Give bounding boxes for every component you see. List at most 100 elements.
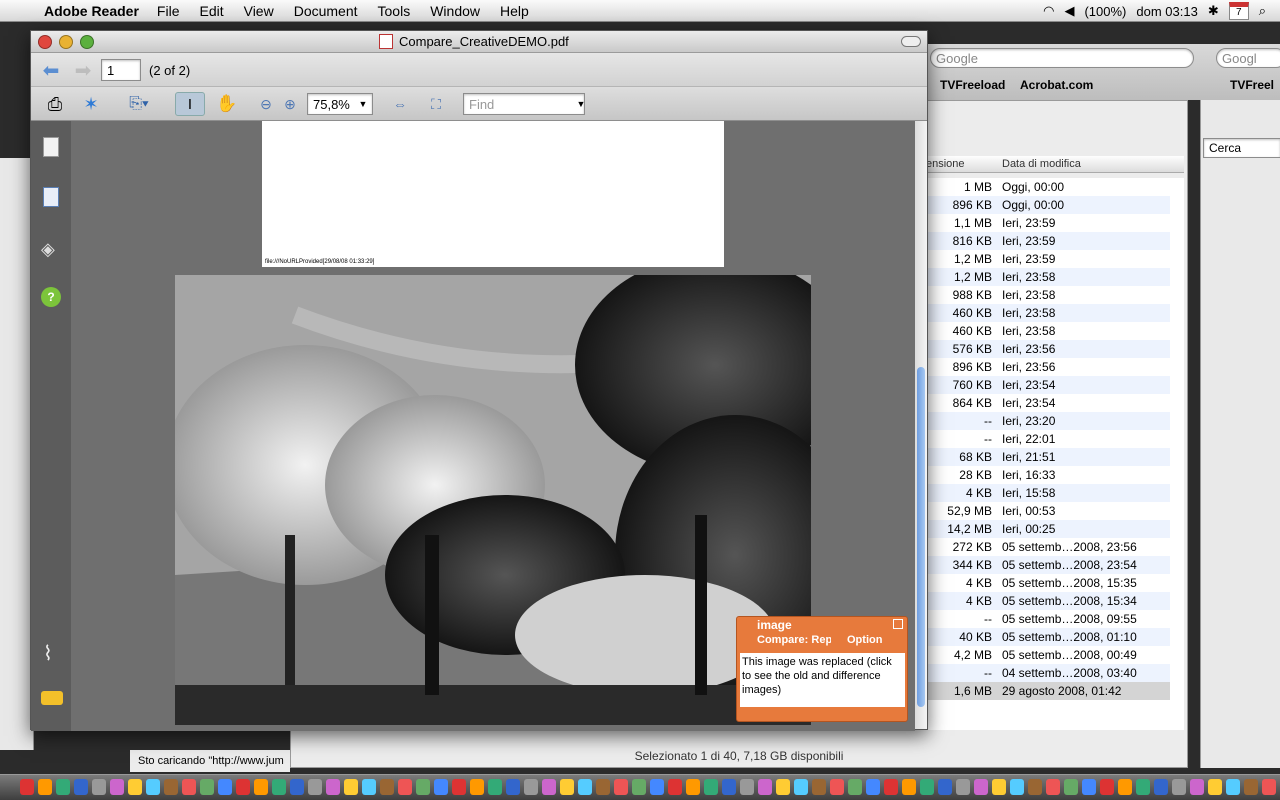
- page-number-input[interactable]: 1: [101, 59, 141, 81]
- menu-tools[interactable]: Tools: [378, 3, 411, 19]
- dock-app-icon[interactable]: [1172, 779, 1186, 795]
- dock-app-icon[interactable]: [380, 779, 394, 795]
- finder-row[interactable]: 1,1 MB Ieri, 23:59: [926, 214, 1170, 232]
- dock-app-icon[interactable]: [398, 779, 412, 795]
- vertical-scrollbar[interactable]: [915, 121, 927, 729]
- dock-app-icon[interactable]: [524, 779, 538, 795]
- menu-document[interactable]: Document: [294, 3, 358, 19]
- dock-app-icon[interactable]: [488, 779, 502, 795]
- bookmarks-panel-icon[interactable]: [43, 187, 59, 207]
- finder-row[interactable]: 576 KB Ieri, 23:56: [926, 340, 1170, 358]
- previous-page-icon[interactable]: ⬅: [39, 58, 63, 82]
- dock-app-icon[interactable]: [1262, 779, 1276, 795]
- zoom-in-icon[interactable]: ⊕: [281, 92, 299, 116]
- google-search-input[interactable]: Google: [930, 48, 1194, 68]
- scroll-thumb[interactable]: [917, 367, 925, 707]
- dock-app-icon[interactable]: [632, 779, 646, 795]
- dock-app-icon[interactable]: [794, 779, 808, 795]
- dock-app-icon[interactable]: [884, 779, 898, 795]
- minimize-button[interactable]: [59, 35, 73, 49]
- comment-body[interactable]: This image was replaced (click to see th…: [740, 653, 905, 707]
- dock-app-icon[interactable]: [74, 779, 88, 795]
- finder-row[interactable]: 1,6 MB 29 agosto 2008, 01:42: [926, 682, 1170, 700]
- spotlight-search-icon[interactable]: ⌕: [1259, 3, 1266, 19]
- dock-app-icon[interactable]: [614, 779, 628, 795]
- close-button[interactable]: [38, 35, 52, 49]
- calendar-icon[interactable]: 7: [1228, 2, 1249, 20]
- dock-app-icon[interactable]: [290, 779, 304, 795]
- layers-panel-icon[interactable]: ◈: [41, 239, 63, 259]
- dock-app-icon[interactable]: [1154, 779, 1168, 795]
- dock-app-icon[interactable]: [272, 779, 286, 795]
- attachments-icon[interactable]: ⌇: [43, 641, 53, 666]
- collaborate-icon[interactable]: ✶: [79, 92, 103, 116]
- dock-app-icon[interactable]: [974, 779, 988, 795]
- find-dropdown-icon[interactable]: ▼: [575, 92, 587, 116]
- dock-app-icon[interactable]: [326, 779, 340, 795]
- print-icon[interactable]: ⎙: [43, 92, 67, 116]
- dock-app-icon[interactable]: [200, 779, 214, 795]
- dock-app-icon[interactable]: [20, 779, 34, 795]
- dock-app-icon[interactable]: [362, 779, 376, 795]
- dock-app-icon[interactable]: [236, 779, 250, 795]
- dock-app-icon[interactable]: [1118, 779, 1132, 795]
- bookmark-tvfreel[interactable]: TVFreel: [1230, 78, 1274, 92]
- finder-row[interactable]: -- Ieri, 23:20: [926, 412, 1170, 430]
- finder-row[interactable]: 896 KB Oggi, 00:00: [926, 196, 1170, 214]
- battery-status[interactable]: (100%): [1084, 4, 1126, 19]
- finder-row[interactable]: 4,2 MB 05 settemb…2008, 00:49: [926, 646, 1170, 664]
- volume-icon[interactable]: ◀: [1064, 3, 1074, 19]
- finder-row[interactable]: 760 KB Ieri, 23:54: [926, 376, 1170, 394]
- comment-popup[interactable]: image Compare: Rep Option This image was…: [736, 616, 908, 722]
- comment-minimize-icon[interactable]: [893, 619, 903, 629]
- dock-app-icon[interactable]: [38, 779, 52, 795]
- dock-app-icon[interactable]: [902, 779, 916, 795]
- comments-icon[interactable]: [41, 691, 63, 705]
- hand-tool-icon[interactable]: ✋: [215, 92, 239, 116]
- next-page-icon[interactable]: ➡: [71, 58, 95, 82]
- dock-app-icon[interactable]: [776, 779, 790, 795]
- dock-app-icon[interactable]: [1190, 779, 1204, 795]
- dock-app-icon[interactable]: [722, 779, 736, 795]
- dock-app-icon[interactable]: [1082, 779, 1096, 795]
- dock-app-icon[interactable]: [56, 779, 70, 795]
- dock-app-icon[interactable]: [146, 779, 160, 795]
- dock-app-icon[interactable]: [704, 779, 718, 795]
- dock-app-icon[interactable]: [164, 779, 178, 795]
- finder-row[interactable]: 40 KB 05 settemb…2008, 01:10: [926, 628, 1170, 646]
- dock-app-icon[interactable]: [1136, 779, 1150, 795]
- finder-row[interactable]: 1,2 MB Ieri, 23:58: [926, 268, 1170, 286]
- dock-app-icon[interactable]: [1244, 779, 1258, 795]
- pdf-page-2-image[interactable]: [175, 275, 811, 725]
- dock-app-icon[interactable]: [740, 779, 754, 795]
- dock-app-icon[interactable]: [866, 779, 880, 795]
- finder-search-input[interactable]: Cerca: [1203, 138, 1280, 158]
- finder-row[interactable]: 344 KB 05 settemb…2008, 23:54: [926, 556, 1170, 574]
- finder-row[interactable]: 28 KB Ieri, 16:33: [926, 466, 1170, 484]
- dock-app-icon[interactable]: [1064, 779, 1078, 795]
- dock-app-icon[interactable]: [956, 779, 970, 795]
- dock-app-icon[interactable]: [560, 779, 574, 795]
- dock-app-icon[interactable]: [182, 779, 196, 795]
- finder-row[interactable]: 4 KB Ieri, 15:58: [926, 484, 1170, 502]
- finder-row[interactable]: 4 KB 05 settemb…2008, 15:34: [926, 592, 1170, 610]
- wifi-icon[interactable]: ◠: [1043, 3, 1054, 19]
- menubar-clock[interactable]: dom 03:13: [1136, 4, 1197, 19]
- dock-app-icon[interactable]: [596, 779, 610, 795]
- finder-row[interactable]: 988 KB Ieri, 23:58: [926, 286, 1170, 304]
- menu-edit[interactable]: Edit: [199, 3, 223, 19]
- finder-row[interactable]: -- 04 settemb…2008, 03:40: [926, 664, 1170, 682]
- window-titlebar[interactable]: Compare_CreativeDEMO.pdf: [31, 31, 927, 53]
- dock-app-icon[interactable]: [470, 779, 484, 795]
- finder-row[interactable]: 1 MB Oggi, 00:00: [926, 178, 1170, 196]
- finder-row[interactable]: 460 KB Ieri, 23:58: [926, 322, 1170, 340]
- share-menu-icon[interactable]: ⎘▾: [123, 92, 155, 116]
- google-search-input-2[interactable]: Googl: [1216, 48, 1280, 68]
- finder-row[interactable]: 52,9 MB Ieri, 00:53: [926, 502, 1170, 520]
- finder-row[interactable]: -- Ieri, 22:01: [926, 430, 1170, 448]
- dock-app-icon[interactable]: [650, 779, 664, 795]
- dock-app-icon[interactable]: [542, 779, 556, 795]
- finder-row[interactable]: 14,2 MB Ieri, 00:25: [926, 520, 1170, 538]
- dock-app-icon[interactable]: [848, 779, 862, 795]
- dock-app-icon[interactable]: [434, 779, 448, 795]
